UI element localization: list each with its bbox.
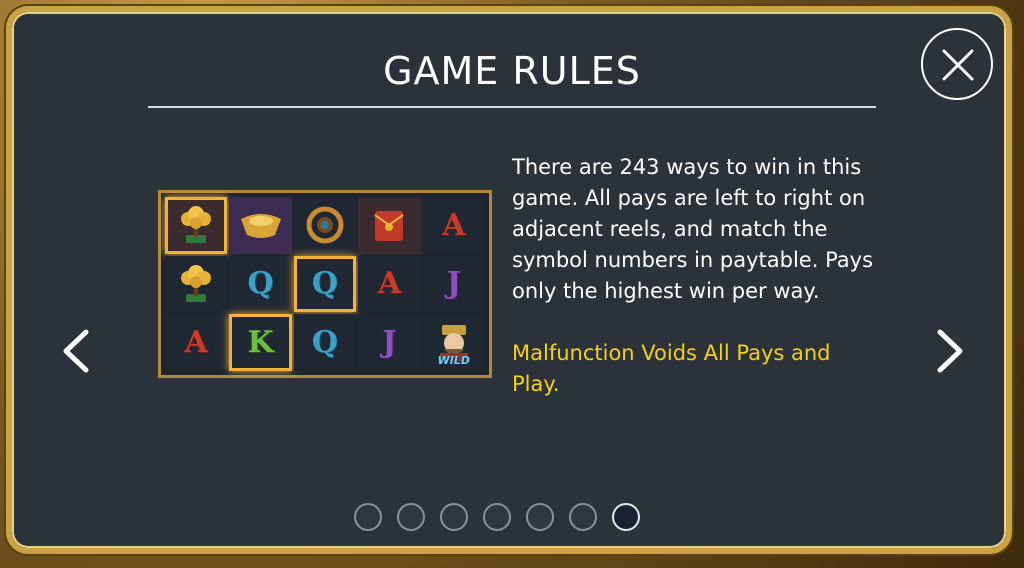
symbol-q: Q: [293, 314, 357, 371]
symbol-letter: A: [184, 325, 208, 361]
dialog-title: GAME RULES: [383, 49, 641, 93]
symbol-letter: Q: [311, 325, 339, 361]
money-tree-icon: [165, 197, 228, 254]
symbol-q: Q: [293, 255, 357, 313]
page-dot[interactable]: [483, 503, 511, 531]
malfunction-notice: Malfunction Voids All Pays and Play.: [512, 341, 831, 396]
symbol-letter: K: [247, 325, 274, 361]
page-dot[interactable]: [612, 503, 640, 531]
symbol-letter: J: [446, 266, 461, 302]
symbol-j: J: [358, 314, 421, 371]
next-page-button[interactable]: [930, 326, 970, 376]
wild-label: WILD: [437, 354, 470, 367]
close-button[interactable]: [921, 28, 993, 100]
page-dot[interactable]: [569, 503, 597, 531]
symbol-letter: J: [382, 325, 397, 361]
money-tree-icon: [165, 255, 228, 313]
symbol-j: J: [422, 255, 485, 313]
reel-example-image: A Q Q A J A K Q J WILD: [158, 190, 492, 378]
chevron-left-icon: [63, 329, 89, 373]
symbol-q: Q: [229, 255, 292, 313]
symbol-letter: Q: [247, 266, 274, 302]
close-x-icon: [942, 49, 974, 81]
title-divider: [148, 106, 876, 108]
rules-description: There are 243 ways to win in this game. …: [512, 155, 874, 303]
symbol-letter: A: [442, 207, 466, 243]
symbol-letter: A: [377, 266, 402, 302]
page-dot[interactable]: [440, 503, 468, 531]
symbol-a: A: [358, 255, 421, 313]
page-indicator: [354, 503, 640, 531]
page-dot[interactable]: [354, 503, 382, 531]
chevron-right-icon: [937, 329, 963, 373]
symbol-a: A: [422, 197, 485, 254]
gold-ingot-icon: [229, 197, 292, 254]
page-dot[interactable]: [397, 503, 425, 531]
symbol-a: A: [165, 314, 228, 371]
wild-god-icon: WILD: [422, 314, 485, 371]
red-envelope-icon: [358, 197, 421, 254]
previous-page-button[interactable]: [56, 326, 96, 376]
symbol-letter: Q: [311, 266, 339, 302]
symbol-k: K: [229, 314, 292, 371]
game-background: GAME RULES A Q Q A J A K Q J WILD There are 243 w…: [0, 0, 1024, 568]
drum-icon: [293, 197, 357, 254]
page-dot[interactable]: [526, 503, 554, 531]
